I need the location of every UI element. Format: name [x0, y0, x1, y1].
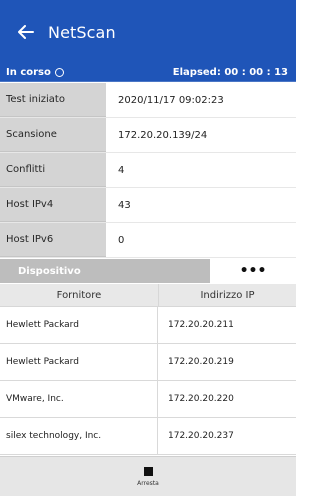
ip-cell: 172.20.20.219	[168, 357, 234, 367]
app-title: NetScan	[48, 22, 116, 42]
info-label: Host IPv4	[0, 188, 106, 222]
info-label: Conflitti	[0, 153, 106, 187]
vendor-cell: Hewlett Packard	[0, 307, 158, 343]
column-header-vendor[interactable]: Fornitore	[0, 284, 159, 306]
info-value: 172.20.20.139/24	[118, 129, 208, 141]
table-row[interactable]: Hewlett Packard 172.20.20.211	[0, 307, 296, 344]
status-bar: In corso Elapsed: 00 : 00 : 13	[0, 64, 296, 82]
app-bar: NetScan	[0, 0, 296, 64]
stop-button[interactable]: Arresta	[0, 456, 296, 496]
table-row[interactable]: silex technology, Inc. 172.20.20.237	[0, 418, 296, 455]
info-label: Scansione	[0, 118, 106, 152]
info-row-scan: Scansione 172.20.20.139/24	[0, 118, 296, 153]
table-row[interactable]: Hewlett Packard 172.20.20.219	[0, 344, 296, 381]
scan-state: In corso	[6, 67, 64, 78]
elapsed-timer: Elapsed: 00 : 00 : 13	[172, 67, 288, 78]
info-row-ipv6-hosts: Host IPv6 0	[0, 223, 296, 258]
ip-cell: 172.20.20.220	[168, 394, 234, 404]
scan-info-table: Test iniziato 2020/11/17 09:02:23 Scansi…	[0, 83, 296, 258]
vendor-cell: silex technology, Inc.	[0, 418, 158, 454]
ip-cell: 172.20.20.211	[168, 320, 234, 330]
info-value: 43	[118, 199, 131, 211]
scan-state-label: In corso	[6, 67, 51, 78]
column-header-ip[interactable]: Indirizzo IP	[159, 284, 296, 306]
stop-icon	[143, 466, 153, 476]
progress-spinner-icon	[54, 68, 64, 77]
table-header: Fornitore Indirizzo IP	[0, 284, 296, 307]
device-table: Fornitore Indirizzo IP Hewlett Packard 1…	[0, 284, 296, 455]
info-value: 2020/11/17 09:02:23	[118, 94, 224, 106]
back-arrow-icon[interactable]	[14, 20, 38, 44]
ip-cell: 172.20.20.237	[168, 431, 234, 441]
vendor-cell: Hewlett Packard	[0, 344, 158, 380]
info-value: 4	[118, 164, 125, 176]
info-label: Host IPv6	[0, 223, 106, 257]
info-row-conflicts: Conflitti 4	[0, 153, 296, 188]
info-row-ipv4-hosts: Host IPv4 43	[0, 188, 296, 223]
more-options-icon[interactable]: •••	[210, 259, 296, 283]
info-label: Test iniziato	[0, 83, 106, 117]
info-row-test-start: Test iniziato 2020/11/17 09:02:23	[0, 83, 296, 118]
vendor-cell: VMware, Inc.	[0, 381, 158, 417]
table-row[interactable]: VMware, Inc. 172.20.20.220	[0, 381, 296, 418]
info-value: 0	[118, 234, 125, 246]
stop-label: Arresta	[137, 479, 159, 487]
device-section-title: Dispositivo	[0, 259, 210, 283]
device-section-header: Dispositivo •••	[0, 259, 296, 283]
